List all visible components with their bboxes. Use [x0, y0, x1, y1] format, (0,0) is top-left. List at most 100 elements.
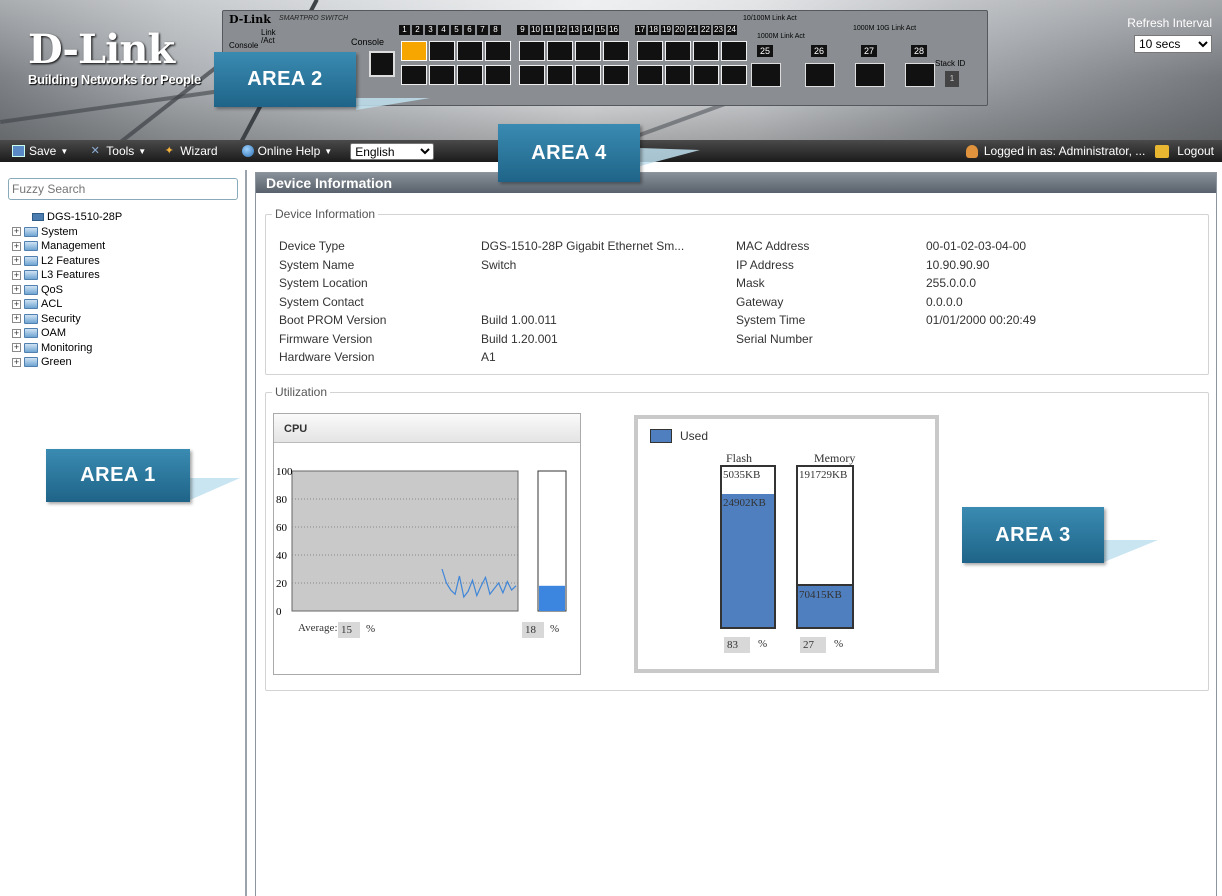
console-port[interactable] — [369, 51, 395, 77]
link-led-label: Link/Act — [261, 28, 276, 45]
expand-icon[interactable]: + — [12, 241, 21, 251]
sfp-number-27: 27 — [861, 45, 877, 57]
folder-icon — [24, 226, 38, 237]
sfp-port-26[interactable] — [805, 63, 835, 87]
port-19[interactable] — [665, 41, 691, 61]
sfp-port-27[interactable] — [855, 63, 885, 87]
sfp-port-28[interactable] — [905, 63, 935, 87]
flash-percent-value: 83 — [724, 637, 750, 653]
tree-item-label: ACL — [41, 298, 63, 311]
port-20[interactable] — [665, 65, 691, 85]
port-24[interactable] — [721, 65, 747, 85]
port-number-5: 5 — [451, 25, 462, 35]
cpu-y-tick: 40 — [276, 550, 288, 562]
tree-item-green[interactable]: + Green — [12, 355, 122, 370]
port-14[interactable] — [575, 65, 601, 85]
port-3[interactable] — [429, 41, 455, 61]
port-9[interactable] — [519, 41, 545, 61]
refresh-interval-select[interactable]: 10 secs — [1134, 35, 1212, 53]
port-13[interactable] — [575, 41, 601, 61]
save-menu[interactable]: Save ▼ — [12, 144, 68, 158]
folder-icon — [24, 270, 38, 281]
info-value: Build 1.20.001 — [481, 331, 558, 346]
tree-item-l3-features[interactable]: + L3 Features — [12, 268, 122, 283]
speed-legend-3: 1000M 10G Link Act — [853, 25, 917, 32]
tree-item-management[interactable]: + Management — [12, 239, 122, 254]
expand-icon[interactable]: + — [12, 328, 21, 338]
port-12[interactable] — [547, 65, 573, 85]
area1-callout: AREA 1 — [46, 449, 190, 502]
port-21[interactable] — [693, 41, 719, 61]
memory-percent-value: 27 — [800, 637, 826, 653]
cpu-y-tick: 100 — [276, 466, 293, 478]
tree-item-security[interactable]: + Security — [12, 312, 122, 327]
port-5[interactable] — [457, 41, 483, 61]
tree-item-l2-features[interactable]: + L2 Features — [12, 254, 122, 269]
port-15[interactable] — [603, 41, 629, 61]
info-row: MAC Address 00-01-02-03-04-00 — [736, 239, 1026, 253]
speed-legend-1: 10/100M Link Act — [743, 15, 797, 22]
info-row: Firmware Version Build 1.20.001 — [279, 332, 558, 346]
tree-item-monitoring[interactable]: + Monitoring — [12, 341, 122, 356]
tree-item-qos[interactable]: + QoS — [12, 283, 122, 298]
expand-icon[interactable]: + — [12, 343, 21, 353]
port-2[interactable] — [401, 65, 427, 85]
expand-icon[interactable]: + — [12, 285, 21, 295]
sfp-port-25[interactable] — [751, 63, 781, 87]
port-10[interactable] — [519, 65, 545, 85]
info-label: System Name — [279, 257, 355, 272]
info-row: Gateway 0.0.0.0 — [736, 295, 963, 309]
tree-item-label: Monitoring — [41, 341, 93, 354]
port-number-24: 24 — [726, 25, 737, 35]
port-4[interactable] — [429, 65, 455, 85]
port-22[interactable] — [693, 65, 719, 85]
port-18[interactable] — [637, 65, 663, 85]
ports-row-bottom-b — [519, 65, 629, 85]
folder-icon — [24, 357, 38, 368]
tree-item-label: Green — [41, 356, 72, 369]
port-number-20: 20 — [674, 25, 685, 35]
port-11[interactable] — [547, 41, 573, 61]
expand-icon[interactable]: + — [12, 256, 21, 266]
port-8[interactable] — [485, 65, 511, 85]
info-label: System Location — [279, 276, 368, 290]
memory-used-text: 70415KB — [799, 589, 842, 601]
chevron-down-icon: ▼ — [138, 146, 147, 156]
port-number-12: 12 — [556, 25, 567, 35]
expand-icon[interactable]: + — [12, 357, 21, 367]
expand-icon[interactable]: + — [12, 270, 21, 280]
wizard-button[interactable]: ✦ Wizard — [162, 144, 218, 158]
tree-root-device[interactable]: DGS-1510-28P — [12, 210, 122, 225]
tree-item-system[interactable]: + System — [12, 225, 122, 240]
dlink-logo: D-Link Building Networks for People — [28, 26, 201, 88]
expand-icon[interactable]: + — [12, 299, 21, 309]
tree-item-label: Management — [41, 240, 106, 253]
info-row: IP Address 10.90.90.90 — [736, 258, 989, 272]
tree-item-oam[interactable]: + OAM — [12, 326, 122, 341]
logo-brand: D-Link — [28, 26, 175, 73]
tree-item-acl[interactable]: + ACL — [12, 297, 122, 312]
port-7[interactable] — [485, 41, 511, 61]
port-number-21: 21 — [687, 25, 698, 35]
port-6[interactable] — [457, 65, 483, 85]
logout-link[interactable]: Logout — [1177, 144, 1214, 158]
logo-tagline: Building Networks for People — [28, 72, 201, 87]
header-banner: D-Link Building Networks for People D-Li… — [0, 0, 1222, 140]
info-row: Hardware Version A1 — [279, 350, 496, 364]
port-16[interactable] — [603, 65, 629, 85]
port-1[interactable] — [401, 41, 427, 61]
port-17[interactable] — [637, 41, 663, 61]
cpu-y-tick: 0 — [276, 606, 282, 618]
tools-menu[interactable]: ✕ Tools ▼ — [88, 144, 147, 158]
port-number-7: 7 — [477, 25, 488, 35]
info-value: Switch — [481, 257, 517, 272]
online-help-menu[interactable]: Online Help ▼ — [241, 144, 332, 158]
fuzzy-search-input[interactable] — [8, 178, 238, 200]
expand-icon[interactable]: + — [12, 227, 21, 237]
info-label: Serial Number — [736, 331, 813, 346]
port-23[interactable] — [721, 41, 747, 61]
info-value: 01/01/2000 00:20:49 — [926, 313, 1037, 327]
language-select[interactable]: English — [350, 142, 435, 160]
cpu-average-percent: % — [366, 623, 376, 635]
expand-icon[interactable]: + — [12, 314, 21, 324]
